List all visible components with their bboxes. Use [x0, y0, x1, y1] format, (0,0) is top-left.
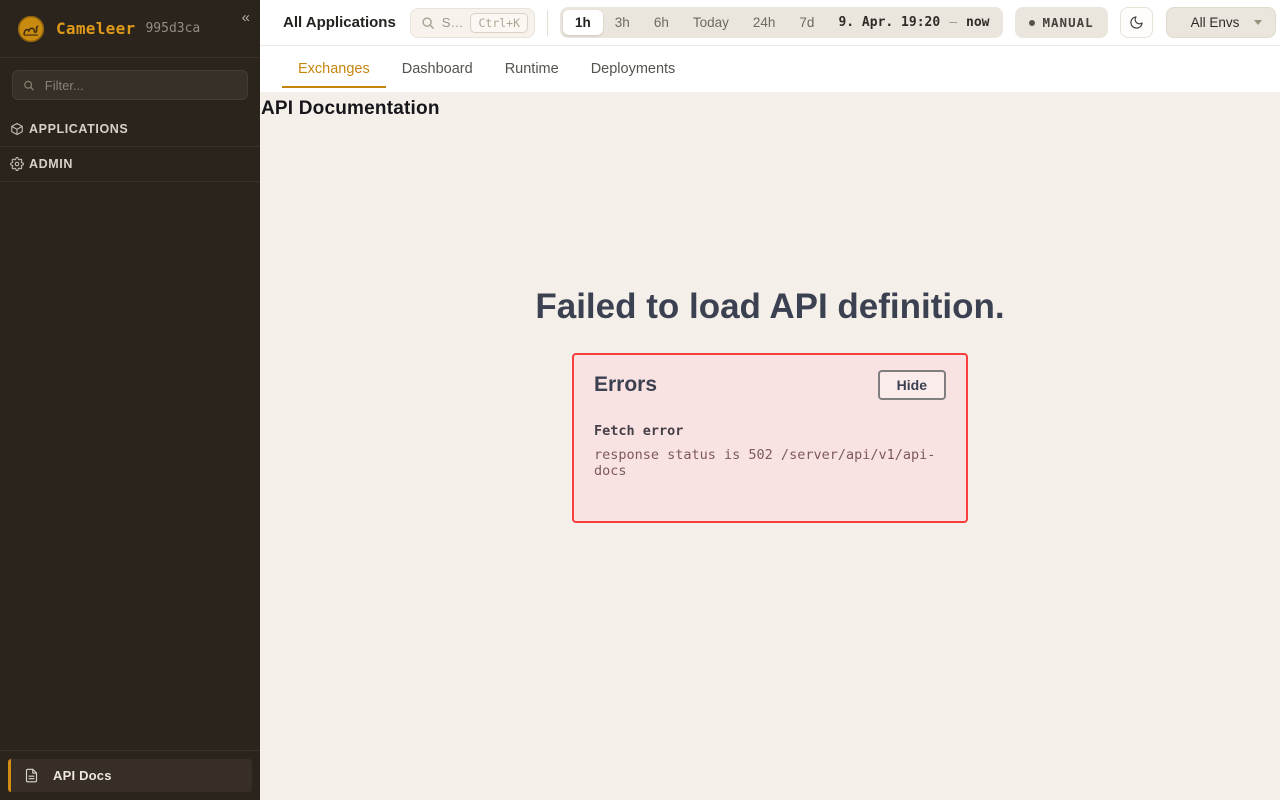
tabbar: Exchanges Dashboard Runtime Deployments — [260, 46, 1280, 92]
search-placeholder: S… — [442, 15, 464, 30]
brand-link[interactable]: Cameleer 995d3ca — [0, 0, 260, 58]
date-to: now — [966, 15, 989, 30]
dark-mode-toggle[interactable] — [1120, 7, 1153, 38]
tab-deployments[interactable]: Deployments — [575, 46, 692, 92]
date-separator: — — [949, 15, 957, 30]
scope-label: All Applications — [283, 14, 396, 31]
brand-version: 995d3ca — [145, 21, 200, 36]
date-from: 9. Apr. 19:20 — [838, 15, 940, 30]
filter-input[interactable] — [43, 77, 237, 94]
time-range-24h[interactable]: 24h — [741, 10, 788, 35]
time-range-6h[interactable]: 6h — [642, 10, 681, 35]
search-icon — [421, 16, 435, 30]
env-select[interactable]: All Envs — [1166, 7, 1276, 38]
env-selected-label: All Envs — [1191, 15, 1240, 30]
time-range-today[interactable]: Today — [681, 10, 741, 35]
sidebar-section-label: APPLICATIONS — [29, 122, 128, 136]
brand-name: Cameleer — [56, 19, 135, 38]
content-area: API Documentation Failed to load API def… — [260, 92, 1280, 800]
main-area: All Applications S… Ctrl+K 1h 3h 6h Toda… — [260, 0, 1280, 800]
cube-icon — [10, 122, 24, 136]
time-range-3h[interactable]: 3h — [603, 10, 642, 35]
tab-runtime[interactable]: Runtime — [489, 46, 575, 92]
sidebar: Cameleer 995d3ca « APPLICATIONS — [0, 0, 260, 800]
filter-wrap — [0, 58, 260, 112]
search-shortcut-badge: Ctrl+K — [470, 13, 528, 33]
error-item-title: Fetch error — [594, 423, 946, 439]
refresh-mode-button[interactable]: MANUAL — [1015, 7, 1108, 38]
tab-dashboard[interactable]: Dashboard — [386, 46, 489, 92]
gear-icon — [10, 157, 24, 171]
date-range-picker[interactable]: 9. Apr. 19:20 — now — [838, 15, 989, 30]
search-icon — [23, 79, 35, 92]
topbar: All Applications S… Ctrl+K 1h 3h 6h Toda… — [260, 0, 1280, 46]
sidebar-section-label: ADMIN — [29, 157, 73, 171]
sidebar-section-applications[interactable]: APPLICATIONS — [0, 112, 260, 147]
time-range-7d[interactable]: 7d — [787, 10, 826, 35]
errors-panel: Errors Hide Fetch error response status … — [572, 353, 968, 523]
sidebar-footer: API Docs — [0, 750, 260, 800]
camel-logo-icon — [16, 14, 46, 44]
sidebar-section-admin[interactable]: ADMIN — [0, 147, 260, 182]
errors-title: Errors — [594, 373, 657, 397]
collapse-sidebar-button[interactable]: « — [242, 10, 250, 25]
moon-icon — [1129, 15, 1144, 30]
document-icon — [24, 768, 39, 783]
time-range-group: 1h 3h 6h Today 24h 7d 9. Apr. 19:20 — no… — [560, 7, 1002, 38]
errors-panel-header: Errors Hide — [594, 370, 946, 400]
app-root: Cameleer 995d3ca « APPLICATIONS — [0, 0, 1280, 800]
time-range-1h[interactable]: 1h — [563, 10, 603, 35]
chevron-down-icon — [1254, 20, 1262, 25]
sidebar-item-api-docs[interactable]: API Docs — [8, 759, 252, 792]
error-item-message: response status is 502 /server/api/v1/ap… — [594, 447, 946, 479]
page-title: API Documentation — [260, 92, 1280, 120]
sidebar-item-label: API Docs — [53, 768, 112, 783]
refresh-mode-label: MANUAL — [1043, 15, 1094, 30]
global-search[interactable]: S… Ctrl+K — [410, 8, 535, 38]
topbar-divider — [547, 10, 548, 36]
swagger-failed-heading: Failed to load API definition. — [260, 287, 1280, 327]
sidebar-spacer — [0, 182, 260, 750]
tab-exchanges[interactable]: Exchanges — [282, 46, 386, 92]
status-dot-icon — [1029, 20, 1035, 26]
hide-errors-button[interactable]: Hide — [878, 370, 946, 400]
